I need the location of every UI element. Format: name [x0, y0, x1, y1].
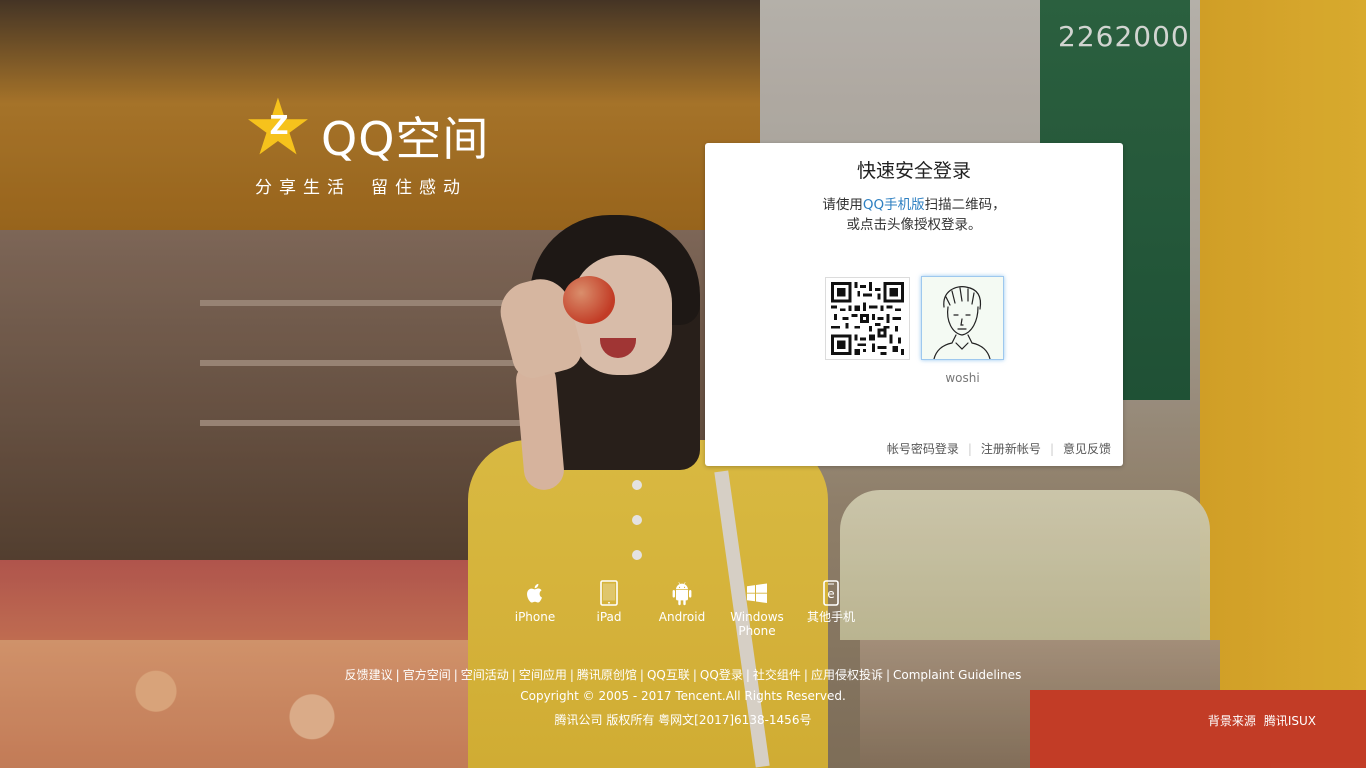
- download-other-phone[interactable]: e 其他手机: [801, 580, 861, 624]
- login-links: 帐号密码登录 | 注册新帐号 | 意见反馈: [887, 440, 1111, 457]
- password-login-link[interactable]: 帐号密码登录: [887, 440, 959, 457]
- download-iphone[interactable]: iPhone: [505, 580, 565, 624]
- footer-icp: 腾讯公司 版权所有 粤网文[2017]6138-1456号: [554, 713, 812, 727]
- background-credit: 背景来源 腾讯ISUX: [1208, 712, 1316, 729]
- footer-link-original[interactable]: 腾讯原创馆: [577, 668, 637, 682]
- register-link[interactable]: 注册新帐号: [981, 440, 1041, 457]
- footer-link-feedback[interactable]: 反馈建议: [345, 668, 393, 682]
- desc-line2: 或点击头像授权登录。: [846, 217, 982, 233]
- logo-star-letter: Z: [269, 111, 289, 141]
- desc-prefix: 请使用: [822, 197, 863, 213]
- footer-link-social-widgets[interactable]: 社交组件: [753, 668, 801, 682]
- background-photo: 2262000: [0, 0, 1366, 768]
- separator: |: [1049, 441, 1054, 456]
- logo-slogan: 分享生活 留住感动: [255, 173, 467, 198]
- download-ipad[interactable]: iPad: [579, 580, 639, 624]
- qq-mobile-link[interactable]: QQ手机版: [863, 197, 925, 213]
- footer-links: 反馈建议 | 官方空间 | 空间活动 | 空间应用 | 腾讯原创馆 | QQ互联 | QQ登录 | 社交组件…: [344, 668, 1022, 682]
- tablet-icon: [596, 580, 622, 606]
- logo-title: QQ空间: [321, 112, 490, 166]
- qr-code: [825, 277, 910, 360]
- footer-link-complaint[interactable]: Complaint Guidelines: [893, 668, 1021, 682]
- download-android-label: Android: [658, 610, 706, 624]
- footer-link-infringement[interactable]: 应用侵权投诉: [811, 668, 883, 682]
- login-description: 请使用QQ手机版扫描二维码， 或点击头像授权登录。: [705, 195, 1123, 235]
- download-windows-phone[interactable]: Windows Phone: [727, 580, 787, 638]
- footer-link-qq-login[interactable]: QQ登录: [700, 668, 743, 682]
- footer-link-apps[interactable]: 空间应用: [519, 668, 567, 682]
- separator: |: [967, 441, 972, 456]
- app-downloads: iPhone iPad Android Windows Phone e 其他手机: [505, 580, 865, 650]
- phone-icon: e: [818, 580, 844, 606]
- background-source-link[interactable]: 腾讯ISUX: [1264, 714, 1316, 728]
- footer-link-official[interactable]: 官方空间: [403, 668, 451, 682]
- feedback-link[interactable]: 意见反馈: [1063, 440, 1111, 457]
- avatar-username: woshi: [945, 371, 980, 385]
- svg-text:e: e: [827, 587, 834, 601]
- android-icon: [669, 580, 695, 606]
- slogan-right: 留住感动: [371, 178, 467, 198]
- qr-code-icon: [831, 282, 904, 355]
- footer-link-qq-connect[interactable]: QQ互联: [647, 668, 690, 682]
- desc-suffix: 扫描二维码，: [924, 197, 1006, 213]
- qzone-logo[interactable]: ★ Z QQ空间 分享生活 留住感动: [243, 89, 503, 203]
- background-source-label: 背景来源: [1207, 714, 1256, 728]
- avatar-sketch-icon: [922, 277, 1003, 359]
- footer-copyright: Copyright © 2005 - 2017 Tencent.All Righ…: [520, 689, 846, 703]
- user-avatar[interactable]: [921, 276, 1004, 360]
- download-other-phone-label: 其他手机: [806, 610, 855, 624]
- login-panel: 快速安全登录 请使用QQ手机版扫描二维码， 或点击头像授权登录。 woshi 帐…: [705, 143, 1123, 466]
- apple-icon: [522, 580, 548, 606]
- windows-icon: [744, 580, 770, 606]
- download-iphone-label: iPhone: [514, 610, 556, 624]
- download-windows-phone-label: Windows Phone: [730, 610, 784, 638]
- slogan-left: 分享生活: [255, 178, 351, 198]
- download-ipad-label: iPad: [596, 610, 622, 624]
- footer-link-activities[interactable]: 空间活动: [461, 668, 509, 682]
- download-android[interactable]: Android: [652, 580, 712, 624]
- login-title: 快速安全登录: [856, 160, 971, 182]
